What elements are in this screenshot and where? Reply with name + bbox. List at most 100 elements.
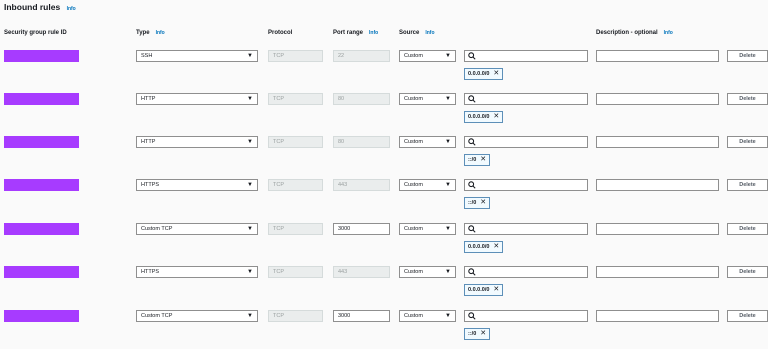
source-search-input[interactable] (464, 223, 588, 235)
protocol-value: TCP (273, 269, 284, 275)
description-input[interactable] (596, 179, 719, 191)
caret-down-icon: ▼ (445, 53, 451, 59)
search-icon (468, 312, 476, 320)
close-icon[interactable]: ✕ (493, 243, 499, 250)
protocol-field: TCP (268, 93, 323, 105)
search-icon (468, 52, 476, 60)
protocol-value: TCP (273, 96, 284, 102)
info-link[interactable]: Info (67, 6, 76, 12)
rule-row: HTTPS ▼ TCP 443 Custom ▼ 0.0.0.0/0 ✕ Delete (0, 265, 768, 305)
source-select[interactable]: Custom ▼ (399, 223, 456, 235)
protocol-field: TCP (268, 310, 323, 322)
source-search-input[interactable] (464, 179, 588, 191)
delete-button[interactable]: Delete (727, 93, 768, 105)
source-search-input[interactable] (464, 266, 588, 278)
close-icon[interactable]: ✕ (493, 286, 499, 293)
description-input[interactable] (596, 310, 719, 322)
protocol-field: TCP (268, 50, 323, 62)
source-value: Custom (404, 96, 423, 102)
type-select[interactable]: SSH ▼ (136, 50, 258, 62)
type-select[interactable]: HTTP ▼ (136, 136, 258, 148)
type-select[interactable]: HTTPS ▼ (136, 179, 258, 191)
port-range-input[interactable]: 3000 (333, 223, 390, 235)
port-range-input[interactable]: 3000 (333, 310, 390, 322)
source-select[interactable]: Custom ▼ (399, 136, 456, 148)
cidr-token: ::/0 ✕ (464, 154, 491, 166)
col-header-description: Description - optional Info (596, 30, 673, 36)
close-icon[interactable]: ✕ (493, 70, 499, 77)
caret-down-icon: ▼ (247, 226, 253, 232)
caret-down-icon: ▼ (247, 269, 253, 275)
protocol-field: TCP (268, 179, 323, 191)
source-value: Custom (404, 139, 423, 145)
source-select[interactable]: Custom ▼ (399, 179, 456, 191)
source-value: Custom (404, 182, 423, 188)
cidr-value: 0.0.0.0/0 (468, 114, 490, 120)
description-input[interactable] (596, 93, 719, 105)
type-select[interactable]: HTTPS ▼ (136, 266, 258, 278)
delete-button[interactable]: Delete (727, 136, 768, 148)
search-icon (468, 181, 476, 189)
search-icon (468, 138, 476, 146)
caret-down-icon: ▼ (445, 226, 451, 232)
source-select[interactable]: Custom ▼ (399, 266, 456, 278)
delete-button[interactable]: Delete (727, 179, 768, 191)
type-value: HTTP (141, 96, 156, 102)
description-input[interactable] (596, 266, 719, 278)
close-icon[interactable]: ✕ (480, 156, 486, 163)
protocol-field: TCP (268, 266, 323, 278)
type-select[interactable]: Custom TCP ▼ (136, 310, 258, 322)
rule-row: HTTPS ▼ TCP 443 Custom ▼::/0 ✕ Delete (0, 178, 768, 218)
type-value: Custom TCP (141, 313, 173, 319)
description-input[interactable] (596, 136, 719, 148)
close-icon[interactable]: ✕ (480, 199, 486, 206)
delete-button[interactable]: Delete (727, 50, 768, 62)
source-value: Custom (404, 53, 423, 59)
source-select[interactable]: Custom ▼ (399, 50, 456, 62)
port-range-input: 443 (333, 266, 390, 278)
type-info-link[interactable]: Info (156, 30, 165, 36)
delete-button[interactable]: Delete (727, 223, 768, 235)
close-icon[interactable]: ✕ (480, 330, 486, 337)
col-header-source: Source Info (399, 30, 435, 36)
type-select[interactable]: Custom TCP ▼ (136, 223, 258, 235)
col-header-source-label: Source (399, 30, 420, 36)
protocol-field: TCP (268, 223, 323, 235)
source-select[interactable]: Custom ▼ (399, 310, 456, 322)
source-search-input[interactable] (464, 93, 588, 105)
source-select[interactable]: Custom ▼ (399, 93, 456, 105)
delete-button[interactable]: Delete (727, 266, 768, 278)
col-header-type-label: Type (136, 30, 150, 36)
close-icon[interactable]: ✕ (493, 113, 499, 120)
redacted-rule-id (4, 266, 79, 278)
port-value: 3000 (338, 313, 351, 319)
description-input[interactable] (596, 50, 719, 62)
type-select[interactable]: HTTP ▼ (136, 93, 258, 105)
port-info-link[interactable]: Info (369, 30, 378, 36)
rule-row: HTTP ▼ TCP 80 Custom ▼ 0.0.0.0/0 ✕ Delete (0, 92, 768, 132)
rule-row: Custom TCP ▼ TCP 3000 Custom ▼::/0 ✕ Delete (0, 309, 768, 349)
redacted-rule-id (4, 310, 79, 322)
section-title: Inbound rules Info (4, 2, 76, 12)
col-header-protocol: Protocol (268, 30, 293, 36)
port-range-input: 80 (333, 136, 390, 148)
rule-row: HTTP ▼ TCP 80 Custom ▼::/0 ✕ Delete (0, 135, 768, 175)
cidr-token: 0.0.0.0/0 ✕ (464, 241, 504, 253)
port-range-input: 22 (333, 50, 390, 62)
redacted-rule-id (4, 223, 79, 235)
source-search-input[interactable] (464, 310, 588, 322)
search-icon (468, 95, 476, 103)
port-value: 443 (338, 182, 348, 188)
source-search-input[interactable] (464, 50, 588, 62)
redacted-rule-id (4, 50, 79, 62)
delete-button[interactable]: Delete (727, 310, 768, 322)
protocol-field: TCP (268, 136, 323, 148)
source-search-input[interactable] (464, 136, 588, 148)
rule-row: Custom TCP ▼ TCP 3000 Custom ▼ 0.0.0.0/0 ✕ Delet… (0, 222, 768, 262)
caret-down-icon: ▼ (445, 182, 451, 188)
col-header-port-range: Port range Info (333, 30, 378, 36)
protocol-value: TCP (273, 182, 284, 188)
source-info-link[interactable]: Info (425, 30, 434, 36)
description-input[interactable] (596, 223, 719, 235)
description-info-link[interactable]: Info (664, 30, 673, 36)
